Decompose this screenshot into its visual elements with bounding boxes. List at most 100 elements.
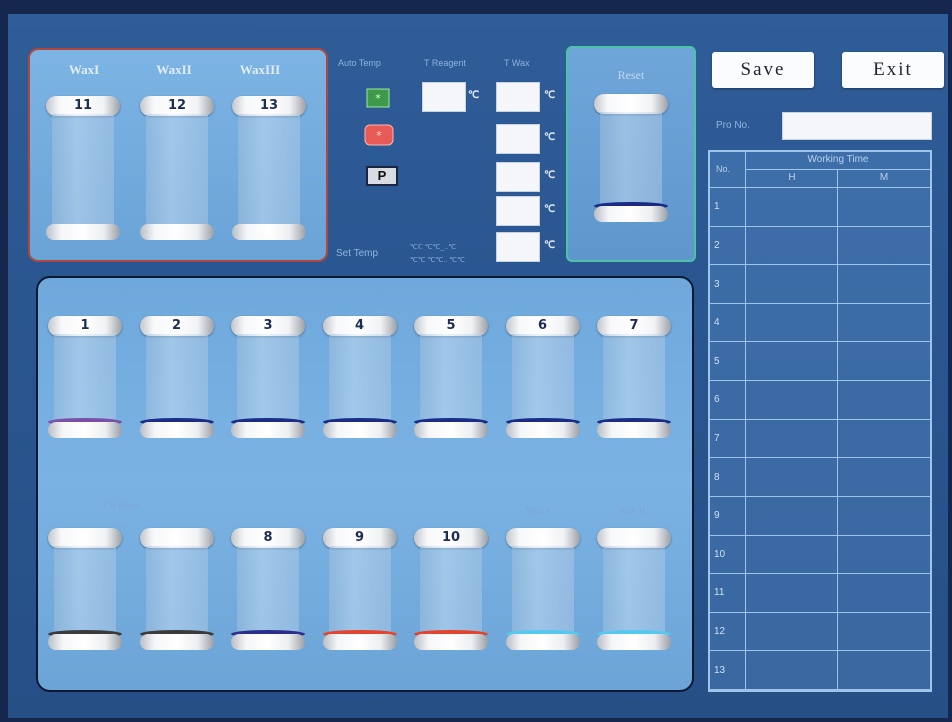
red-indicator-icon[interactable]: *: [364, 124, 394, 146]
reset-title: Reset: [617, 68, 645, 82]
table-cell-hours[interactable]: [746, 651, 838, 690]
table-row-number: 9: [714, 510, 720, 522]
table-row-number: 11: [714, 587, 725, 599]
table-cell-minutes[interactable]: [838, 458, 930, 497]
table-cell-minutes[interactable]: [838, 536, 930, 575]
beaker-number: 10: [441, 530, 461, 545]
deg-c-unit: ℃: [544, 90, 556, 101]
beaker-number: 4: [354, 318, 365, 333]
t-reagent-header: T Reagent: [424, 58, 466, 68]
save-button[interactable]: Save: [712, 52, 814, 88]
table-cell-minutes[interactable]: [838, 420, 930, 459]
table-cell-hours[interactable]: [746, 496, 838, 536]
table-cell-no: 1: [710, 188, 746, 227]
t-wax-field-4[interactable]: [496, 196, 540, 226]
wax-label-1: WaxI: [68, 62, 100, 77]
beaker-number: 2: [171, 318, 182, 333]
working-time-table: Working Time No. H M 1 2 3 4 5 6 7 8 9 10 11 12 13: [708, 150, 932, 692]
table-cell-no: 10: [710, 535, 746, 575]
table-cell-hours[interactable]: [746, 419, 838, 459]
beaker-number: 8: [263, 530, 273, 545]
wax1-label: Wax I: [526, 506, 550, 517]
table-cell-hours[interactable]: [746, 265, 838, 304]
set-temp-label: Set Temp: [336, 248, 379, 259]
working-time-title: Working Time: [807, 154, 869, 165]
table-cell-minutes[interactable]: [838, 381, 930, 420]
beaker-number: 12: [167, 98, 187, 113]
wax2-label: Wax II: [618, 506, 646, 517]
program-number-label: Pro No.: [716, 120, 750, 131]
svg-text:*: *: [375, 92, 381, 105]
table-row-number: 8: [714, 471, 720, 483]
table-cell-hours[interactable]: [746, 458, 838, 497]
set-temp-hint-2: ℃℃ ℃℃.. ℃℃: [410, 257, 465, 264]
deg-c-unit: ℃: [468, 90, 480, 101]
t-wax-header: T Wax: [504, 58, 530, 68]
table-cell-minutes[interactable]: [838, 227, 930, 266]
table-row-number: 10: [714, 548, 726, 560]
table-cell-hours[interactable]: [746, 226, 838, 266]
table-cell-no: 12: [710, 612, 746, 652]
table-cell-no: 13: [710, 651, 746, 690]
beaker-number: 7: [629, 318, 639, 333]
deg-c-unit: ℃: [544, 204, 556, 215]
deg-c-unit: ℃: [544, 240, 556, 251]
table-cell-no: 6: [710, 381, 746, 420]
auto-temp-header: Auto Temp: [338, 58, 381, 68]
table-cell-minutes[interactable]: [838, 265, 930, 304]
table-cell-minutes[interactable]: [838, 497, 930, 536]
t-wax-field-5[interactable]: [496, 232, 540, 262]
table-row-number: 5: [714, 355, 720, 367]
table-cell-no: 5: [710, 342, 746, 382]
table-row-number: 12: [714, 626, 726, 638]
table-cell-hours[interactable]: [746, 535, 838, 575]
table-cell-minutes[interactable]: [838, 342, 930, 382]
table-cell-hours[interactable]: [746, 303, 838, 343]
table-cell-no: 4: [710, 303, 746, 343]
t-wax-field-1[interactable]: [496, 82, 540, 112]
table-row-number: 1: [714, 201, 720, 213]
table-cell-minutes[interactable]: [838, 304, 930, 343]
wax-panel: WaxI WaxII WaxIII 11 12 13: [28, 48, 328, 262]
table-cell-no: 8: [710, 458, 746, 497]
svg-text:*: *: [376, 129, 382, 142]
table-cell-hours[interactable]: [746, 188, 838, 227]
col-no-header: No.: [716, 164, 731, 174]
table-cell-hours[interactable]: [746, 342, 838, 382]
wax-label-3: WaxIII: [239, 62, 281, 77]
table-cell-no: 2: [710, 226, 746, 266]
beaker-number: 9: [354, 530, 365, 545]
table-cell-no: 3: [710, 265, 746, 304]
wax-label-2: WaxII: [156, 62, 192, 77]
beaker-number: 11: [73, 98, 93, 113]
table-cell-minutes[interactable]: [838, 188, 930, 227]
t-reagent-auto-field[interactable]: [422, 82, 466, 112]
table-cell-no: 9: [710, 496, 746, 536]
t-wax-field-2[interactable]: [496, 124, 540, 154]
program-number-field[interactable]: [782, 112, 932, 140]
t-wax-field-3[interactable]: [496, 162, 540, 192]
reset-panel: Reset: [566, 46, 696, 262]
table-row-number: 7: [714, 432, 720, 444]
deg-c-unit: ℃: [544, 132, 556, 143]
beaker-number: 1: [80, 318, 90, 333]
beaker-number: 13: [259, 98, 279, 113]
set-temp-hint-1: ℃ℂ ℃℃_..℃: [410, 244, 457, 251]
exit-button[interactable]: Exit: [842, 52, 944, 88]
table-cell-hours[interactable]: [746, 381, 838, 420]
table-cell-no: 11: [710, 574, 746, 613]
table-cell-hours[interactable]: [746, 612, 838, 652]
beaker-number: 5: [446, 318, 456, 333]
p-button[interactable]: P: [366, 166, 398, 186]
green-indicator-icon[interactable]: *: [366, 88, 390, 108]
table-cell-minutes[interactable]: [838, 574, 930, 613]
table-cell-minutes[interactable]: [838, 651, 930, 690]
table-row-number: 4: [714, 317, 720, 329]
table-row-number: 3: [714, 278, 720, 290]
table-cell-minutes[interactable]: [838, 613, 930, 652]
beaker-number: 6: [537, 318, 548, 333]
table-row-number: 13: [714, 664, 726, 676]
table-cell-hours[interactable]: [746, 574, 838, 613]
table-cell-no: 7: [710, 419, 746, 459]
filter-label: Of filter: [104, 500, 140, 512]
